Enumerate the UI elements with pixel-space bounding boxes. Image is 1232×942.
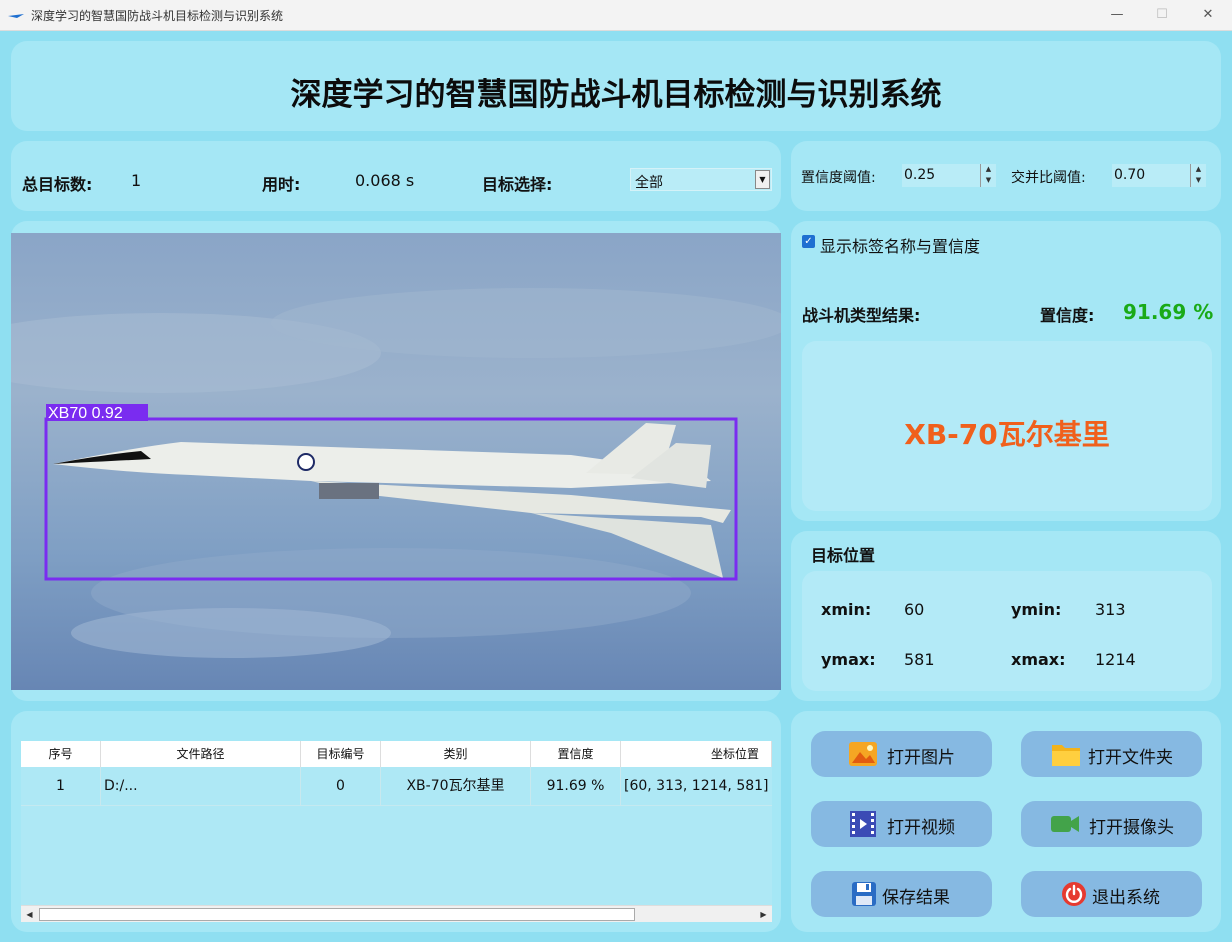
time-label: 用时: <box>262 175 301 194</box>
ymin-label: ymin: <box>1011 600 1062 619</box>
close-button[interactable]: ✕ <box>1193 4 1223 26</box>
exit-label: 退出系统 <box>1092 888 1160 908</box>
scrollbar-thumb[interactable] <box>39 908 635 921</box>
table-header: 序号 文件路径 目标编号 类别 置信度 坐标位置 <box>21 741 772 767</box>
xmax-value: 1214 <box>1095 650 1136 669</box>
column-header-path[interactable]: 文件路径 <box>101 741 301 767</box>
open-video-button[interactable]: 打开视频 <box>811 801 992 847</box>
column-header-target-id[interactable]: 目标编号 <box>301 741 381 767</box>
confidence-label: 置信度: <box>1040 306 1095 325</box>
column-header-class[interactable]: 类别 <box>381 741 531 767</box>
show-label-text: 显示标签名称与置信度 <box>820 237 981 256</box>
cell-path: D:/... <box>101 767 301 806</box>
detection-image: XB70 0.92 <box>11 233 781 690</box>
confidence-value: 91.69 % <box>1123 300 1214 324</box>
xmax-label: xmax: <box>1011 650 1066 669</box>
horizontal-scrollbar[interactable]: ◀ ▶ <box>21 905 772 922</box>
xmin-label: xmin: <box>821 600 872 619</box>
save-icon <box>852 882 876 906</box>
video-icon <box>850 811 876 837</box>
target-select-value: 全部 <box>635 175 663 191</box>
column-header-confidence[interactable]: 置信度 <box>531 741 621 767</box>
app-icon <box>8 14 24 18</box>
image-icon <box>849 742 877 766</box>
power-icon <box>1062 882 1086 906</box>
iou-threshold-spinbox[interactable]: 0.70 ▲ ▼ <box>1112 164 1206 187</box>
cell-class: XB-70瓦尔基里 <box>381 767 531 806</box>
open-image-button[interactable]: 打开图片 <box>811 731 992 777</box>
total-targets-label: 总目标数: <box>22 175 93 194</box>
folder-icon <box>1052 745 1080 766</box>
table-row[interactable]: 1 D:/... 0 XB-70瓦尔基里 91.69 % [60, 313, 1… <box>21 767 772 806</box>
spin-up-icon[interactable]: ▲ <box>1191 164 1206 175</box>
aircraft-type-label: 战斗机类型结果: <box>802 306 921 325</box>
ymax-value: 581 <box>904 650 935 669</box>
total-targets-value: 1 <box>131 171 142 190</box>
save-result-label: 保存结果 <box>882 888 950 908</box>
scroll-left-icon[interactable]: ◀ <box>21 906 38 922</box>
class-result-box: XB-70瓦尔基里 <box>802 341 1212 511</box>
cell-index: 1 <box>21 767 101 806</box>
results-table: 序号 文件路径 目标编号 类别 置信度 坐标位置 1 D:/... 0 XB-7… <box>21 741 772 922</box>
position-title: 目标位置 <box>811 546 876 565</box>
page-title: 深度学习的智慧国防战斗机目标检测与识别系统 <box>290 77 942 113</box>
cell-coords: [60, 313, 1214, 581] <box>624 778 769 794</box>
conf-threshold-label: 置信度阈值: <box>801 170 876 186</box>
window-title: 深度学习的智慧国防战斗机目标检测与识别系统 <box>31 9 284 23</box>
class-result-text: XB-70瓦尔基里 <box>904 418 1110 451</box>
open-camera-button[interactable]: 打开摄像头 <box>1021 801 1202 847</box>
spin-up-icon[interactable]: ▲ <box>981 164 996 175</box>
column-header-index[interactable]: 序号 <box>21 741 101 767</box>
camera-icon <box>1051 816 1079 832</box>
window-titlebar: 深度学习的智慧国防战斗机目标检测与识别系统 — ☐ ✕ <box>0 0 1232 31</box>
aircraft-photo: XB70 0.92 <box>11 233 781 690</box>
exit-button[interactable]: 退出系统 <box>1021 871 1202 917</box>
ymin-value: 313 <box>1095 600 1126 619</box>
detection-box-label: XB70 0.92 <box>48 405 123 422</box>
xmin-value: 60 <box>904 600 925 619</box>
ymax-label: ymax: <box>821 650 876 669</box>
cell-target-id: 0 <box>301 767 381 806</box>
conf-threshold-value: 0.25 <box>904 167 936 183</box>
chevron-down-icon[interactable]: ▼ <box>755 170 770 189</box>
open-folder-button[interactable]: 打开文件夹 <box>1021 731 1202 777</box>
spin-down-icon[interactable]: ▼ <box>1191 175 1206 186</box>
show-label-checkbox[interactable]: ✓ <box>802 235 815 248</box>
minimize-button[interactable]: — <box>1102 4 1132 26</box>
iou-threshold-value: 0.70 <box>1114 167 1146 183</box>
save-result-button[interactable]: 保存结果 <box>811 871 992 917</box>
target-select-label: 目标选择: <box>482 175 553 194</box>
column-header-coords[interactable]: 坐标位置 <box>621 741 772 767</box>
scroll-right-icon[interactable]: ▶ <box>755 906 772 922</box>
header-panel: 深度学习的智慧国防战斗机目标检测与识别系统 <box>11 41 1221 131</box>
open-camera-label: 打开摄像头 <box>1089 818 1174 838</box>
open-image-label: 打开图片 <box>887 748 955 768</box>
open-folder-label: 打开文件夹 <box>1088 748 1173 768</box>
conf-threshold-spinbox[interactable]: 0.25 ▲ ▼ <box>902 164 996 187</box>
spin-down-icon[interactable]: ▼ <box>981 175 996 186</box>
time-value: 0.068 s <box>355 171 415 190</box>
target-select-dropdown[interactable]: 全部 ▼ <box>630 168 772 191</box>
cell-confidence: 91.69 % <box>531 767 621 806</box>
maximize-button[interactable]: ☐ <box>1147 4 1177 26</box>
position-box <box>802 571 1212 691</box>
open-video-label: 打开视频 <box>887 818 955 838</box>
iou-threshold-label: 交并比阈值: <box>1011 170 1086 186</box>
